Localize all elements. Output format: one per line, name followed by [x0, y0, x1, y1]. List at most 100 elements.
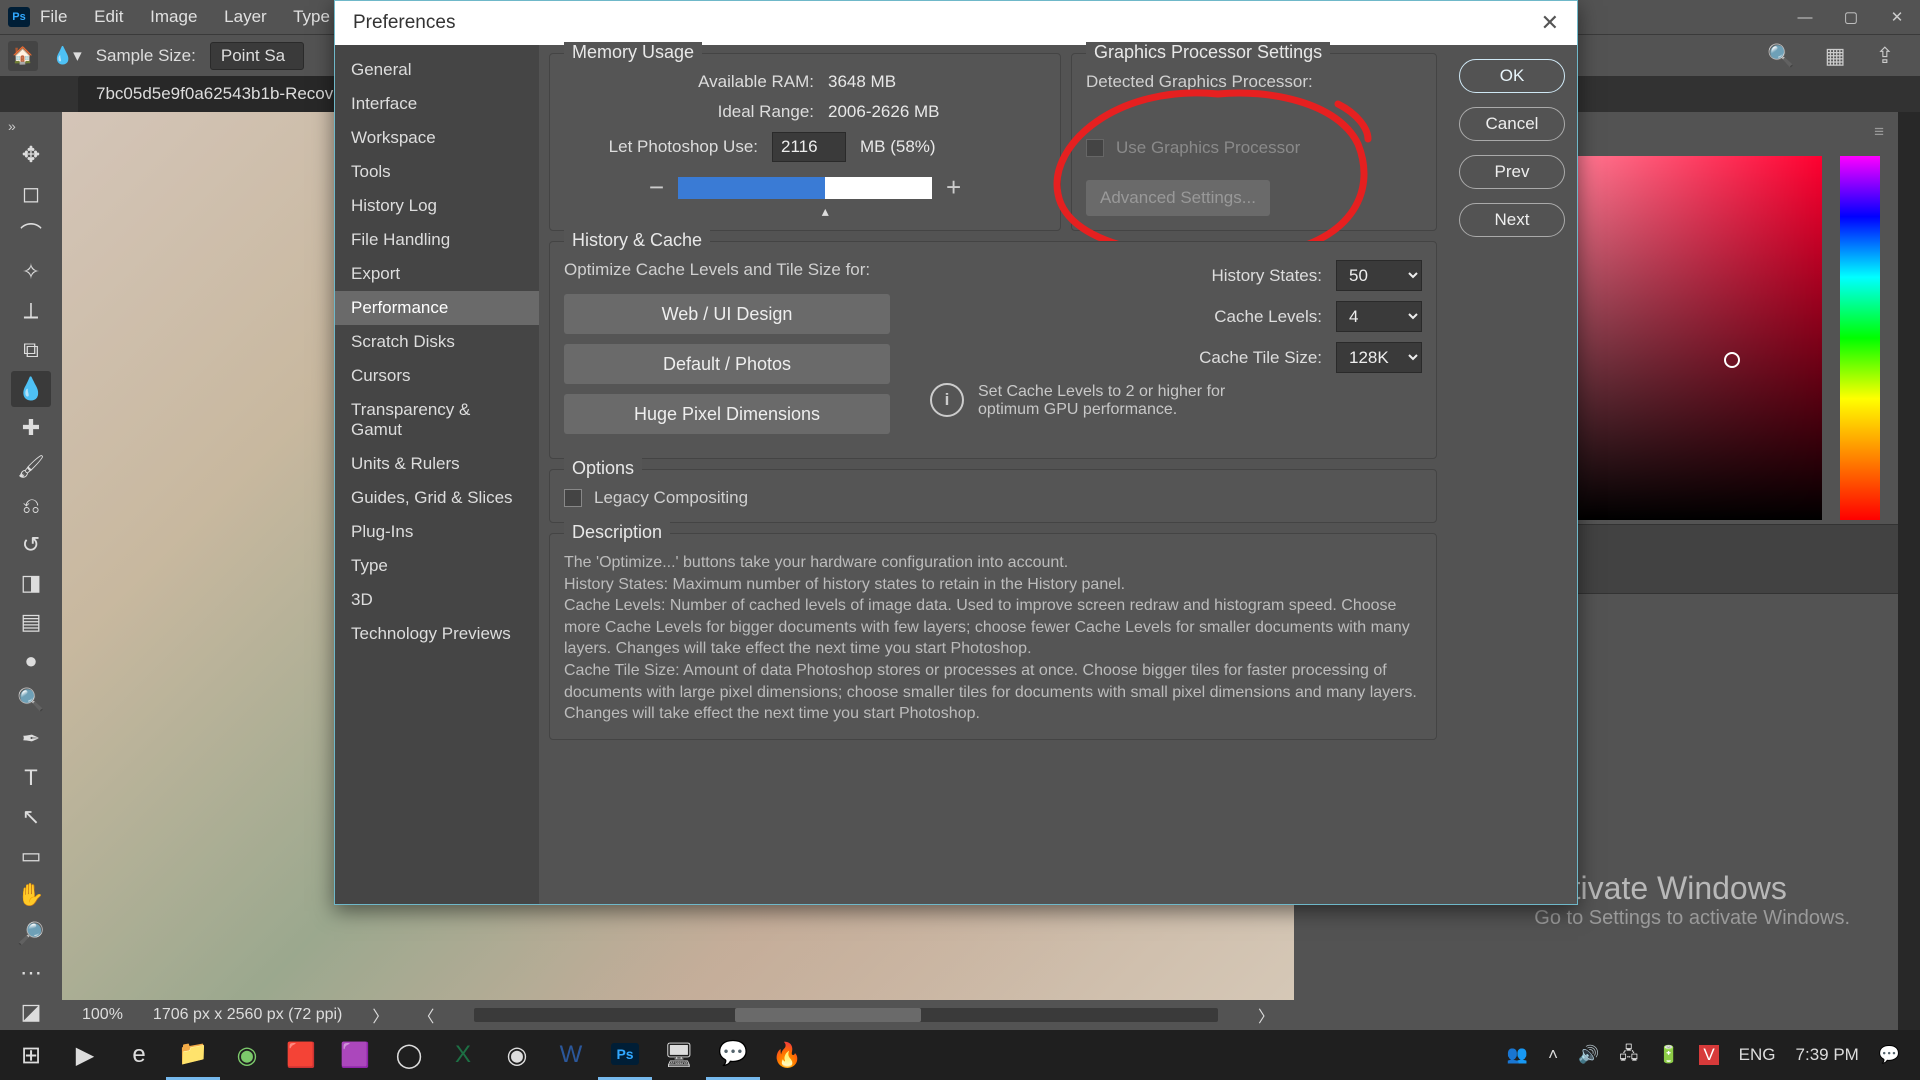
taskbar-app-2[interactable]: 🟥 — [274, 1030, 328, 1080]
prefs-side-plug-ins[interactable]: Plug-Ins — [335, 515, 539, 549]
zoom-value[interactable]: 100% — [82, 1006, 123, 1024]
prefs-side-scratch-disks[interactable]: Scratch Disks — [335, 325, 539, 359]
taskbar-chrome[interactable]: ◯ — [382, 1030, 436, 1080]
taskbar-app-1[interactable]: ▶ — [58, 1030, 112, 1080]
taskbar-photoshop[interactable]: Ps — [598, 1030, 652, 1080]
document-tab[interactable]: 7bc05d5e9f0a62543b1b-Recove — [78, 76, 361, 112]
frame-tool-icon[interactable]: ⧉ — [11, 332, 51, 368]
share-icon[interactable]: ⇪ — [1876, 43, 1894, 69]
tray-battery-icon[interactable]: 🔋 — [1658, 1045, 1679, 1065]
tray-clock[interactable]: 7:39 PM — [1796, 1045, 1859, 1065]
ok-button[interactable]: OK — [1459, 59, 1565, 93]
prefs-side-performance[interactable]: Performance — [335, 291, 539, 325]
memory-minus-icon[interactable]: − — [649, 172, 664, 203]
prefs-side-cursors[interactable]: Cursors — [335, 359, 539, 393]
dialog-close-icon[interactable]: ✕ — [1541, 10, 1559, 36]
tray-people-icon[interactable]: 👥 — [1507, 1045, 1528, 1065]
memory-plus-icon[interactable]: + — [946, 172, 961, 203]
cache-tile-select[interactable]: 128K — [1336, 342, 1422, 373]
preset-web-button[interactable]: Web / UI Design — [564, 294, 890, 334]
let-use-input[interactable] — [772, 132, 846, 162]
legacy-compositing-checkbox[interactable] — [564, 489, 582, 507]
menu-layer[interactable]: Layer — [224, 7, 267, 26]
workspace-icon[interactable]: ▦ — [1825, 43, 1846, 69]
menu-edit[interactable]: Edit — [94, 7, 123, 26]
prefs-side-units-rulers[interactable]: Units & Rulers — [335, 447, 539, 481]
tray-volume-icon[interactable]: 🔊 — [1578, 1045, 1599, 1065]
taskbar-excel[interactable]: X — [436, 1030, 490, 1080]
marquee-tool-icon[interactable]: ◻ — [11, 176, 51, 212]
start-button[interactable]: ⊞ — [4, 1030, 58, 1080]
crop-tool-icon[interactable]: ⟂ — [11, 293, 51, 329]
taskbar-camtasia[interactable]: ◉ — [220, 1030, 274, 1080]
prefs-side-export[interactable]: Export — [335, 257, 539, 291]
window-maximize-icon[interactable]: ▢ — [1828, 0, 1874, 34]
tray-chevron-icon[interactable]: ˄ — [1548, 1045, 1558, 1065]
prev-button[interactable]: Prev — [1459, 155, 1565, 189]
sample-size-dropdown[interactable]: Point Sa — [210, 42, 304, 70]
preset-huge-button[interactable]: Huge Pixel Dimensions — [564, 394, 890, 434]
next-button[interactable]: Next — [1459, 203, 1565, 237]
lasso-tool-icon[interactable]: ⌒ — [11, 215, 51, 251]
home-button[interactable]: 🏠 — [8, 41, 38, 71]
hand-tool-icon[interactable]: ✋ — [11, 877, 51, 913]
taskbar-zalo[interactable]: 💬 — [706, 1030, 760, 1080]
taskbar-edge[interactable]: e — [112, 1030, 166, 1080]
zoom-tool-icon[interactable]: 🔎 — [11, 916, 51, 952]
memory-slider[interactable]: ▴ — [678, 177, 932, 199]
eraser-tool-icon[interactable]: ◨ — [11, 565, 51, 601]
prefs-side-tools[interactable]: Tools — [335, 155, 539, 189]
tray-network-icon[interactable]: 🖧 — [1619, 1041, 1638, 1070]
history-brush-icon[interactable]: ↺ — [11, 527, 51, 563]
window-close-icon[interactable]: ✕ — [1874, 0, 1920, 34]
search-icon[interactable]: 🔍 — [1767, 43, 1794, 69]
window-minimize-icon[interactable]: — — [1782, 0, 1828, 34]
wand-tool-icon[interactable]: ✧ — [11, 254, 51, 290]
color-picker-ring-icon[interactable] — [1724, 352, 1740, 368]
taskbar-app-3[interactable]: 🟪 — [328, 1030, 382, 1080]
more-tools-icon[interactable]: ⋯ — [11, 955, 51, 991]
brush-tool-icon[interactable]: 🖌 — [11, 449, 51, 485]
move-tool-icon[interactable]: ✥ — [11, 137, 51, 173]
prefs-side-general[interactable]: General — [335, 53, 539, 87]
pen-tool-icon[interactable]: ✒ — [11, 721, 51, 757]
prefs-side-type[interactable]: Type — [335, 549, 539, 583]
blur-tool-icon[interactable]: ● — [11, 643, 51, 679]
taskbar-app-6[interactable]: 🔥 — [760, 1030, 814, 1080]
prefs-side-guides-grid-slices[interactable]: Guides, Grid & Slices — [335, 481, 539, 515]
prefs-side-transparency-gamut[interactable]: Transparency & Gamut — [335, 393, 539, 447]
prefs-side-file-handling[interactable]: File Handling — [335, 223, 539, 257]
gradient-tool-icon[interactable]: ▤ — [11, 604, 51, 640]
path-tool-icon[interactable]: ↖ — [11, 799, 51, 835]
eyedropper-icon[interactable]: 💧▾ — [52, 46, 82, 66]
tray-notifications-icon[interactable]: 💬 — [1879, 1045, 1900, 1065]
menu-file[interactable]: File — [40, 7, 67, 26]
cache-levels-select[interactable]: 4 — [1336, 301, 1422, 332]
shape-tool-icon[interactable]: ▭ — [11, 838, 51, 874]
prefs-side-interface[interactable]: Interface — [335, 87, 539, 121]
type-tool-icon[interactable]: T — [11, 760, 51, 796]
tray-av-icon[interactable]: V — [1699, 1045, 1718, 1065]
panel-menu-icon[interactable]: ≡ — [1874, 122, 1884, 142]
taskbar-app-4[interactable]: ◉ — [490, 1030, 544, 1080]
horizontal-scrollbar[interactable] — [474, 1008, 1218, 1022]
stamp-tool-icon[interactable]: ⎌ — [11, 488, 51, 524]
preset-default-button[interactable]: Default / Photos — [564, 344, 890, 384]
taskbar-app-5[interactable]: 🖥 — [652, 1030, 706, 1080]
menu-type[interactable]: Type — [293, 7, 330, 26]
prefs-side-history-log[interactable]: History Log — [335, 189, 539, 223]
taskbar-word[interactable]: W — [544, 1030, 598, 1080]
color-swatch-icon[interactable]: ◪ — [11, 994, 51, 1030]
prefs-side-technology-previews[interactable]: Technology Previews — [335, 617, 539, 651]
prefs-side-3d[interactable]: 3D — [335, 583, 539, 617]
prefs-side-workspace[interactable]: Workspace — [335, 121, 539, 155]
tray-language[interactable]: ENG — [1739, 1045, 1776, 1065]
cancel-button[interactable]: Cancel — [1459, 107, 1565, 141]
toolbox-expand-icon[interactable]: » — [0, 118, 16, 134]
taskbar-explorer[interactable]: 📁 — [166, 1030, 220, 1080]
heal-tool-icon[interactable]: ✚ — [11, 410, 51, 446]
menu-image[interactable]: Image — [150, 7, 197, 26]
history-states-select[interactable]: 50 — [1336, 260, 1422, 291]
eyedropper-tool-icon[interactable]: 💧 — [11, 371, 51, 407]
dodge-tool-icon[interactable]: 🔍 — [11, 682, 51, 718]
